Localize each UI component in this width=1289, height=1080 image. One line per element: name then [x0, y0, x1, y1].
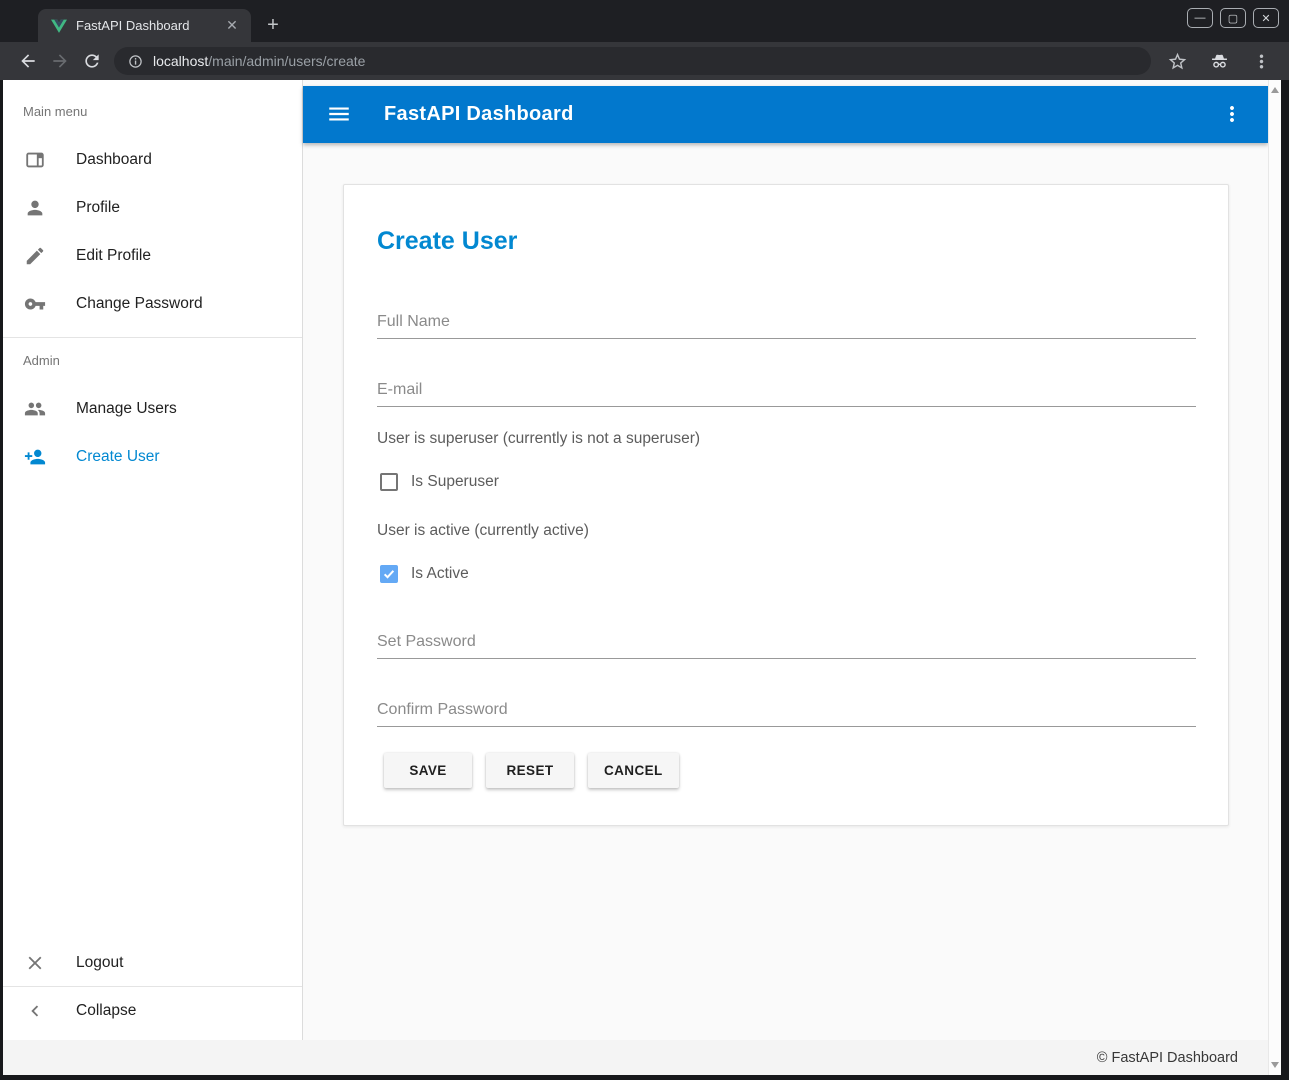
browser-menu-button[interactable]	[1245, 45, 1277, 77]
page-title: Create User	[377, 227, 517, 256]
reload-icon	[82, 51, 102, 71]
app-bar: FastAPI Dashboard	[303, 86, 1268, 143]
main-area: FastAPI Dashboard Create User User is su…	[303, 80, 1268, 1040]
kebab-menu-icon	[1220, 102, 1244, 126]
window-maximize-button[interactable]: ▢	[1220, 8, 1246, 28]
scrollbar-down-arrow-icon[interactable]	[1271, 1062, 1279, 1068]
star-icon	[1167, 51, 1188, 72]
sidebar-divider	[3, 337, 302, 338]
sidebar-item-collapse[interactable]: Collapse	[3, 987, 302, 1035]
browser-tab[interactable]: FastAPI Dashboard ✕	[38, 9, 251, 42]
scrollbar-up-arrow-icon[interactable]	[1271, 87, 1279, 93]
cancel-button[interactable]: CANCEL	[588, 753, 679, 788]
sidebar-item-dashboard[interactable]: Dashboard	[3, 136, 302, 184]
browser-window: FastAPI Dashboard ✕ + — ▢ ✕ localhost/ma…	[0, 0, 1289, 1080]
sidebar: Main menu Dashboard Profile	[3, 80, 303, 1040]
email-field-wrap	[377, 373, 1196, 407]
person-add-icon	[24, 446, 46, 468]
tab-close-icon[interactable]: ✕	[223, 17, 241, 35]
dashboard-icon	[24, 149, 46, 171]
checkbox-label: Is Superuser	[411, 473, 499, 491]
full-name-field-wrap	[377, 305, 1196, 339]
window-minimize-button[interactable]: —	[1187, 8, 1213, 28]
chevron-left-icon	[24, 1000, 46, 1022]
password-field-wrap	[377, 625, 1196, 659]
checkbox-box[interactable]	[380, 473, 398, 491]
window-close-button[interactable]: ✕	[1253, 8, 1279, 28]
incognito-icon	[1209, 51, 1230, 72]
forward-arrow-icon	[50, 51, 70, 71]
browser-titlebar: FastAPI Dashboard ✕ + — ▢ ✕	[0, 0, 1289, 42]
hamburger-menu-button[interactable]	[326, 101, 354, 129]
close-icon	[24, 952, 46, 974]
back-button[interactable]	[12, 45, 44, 77]
save-button[interactable]: SAVE	[384, 753, 472, 788]
address-bar[interactable]: localhost/main/admin/users/create	[114, 47, 1151, 75]
sidebar-section-main-menu: Main menu	[23, 104, 87, 119]
new-tab-button[interactable]: +	[260, 14, 286, 38]
key-icon	[24, 293, 46, 315]
reset-button[interactable]: RESET	[486, 753, 574, 788]
appbar-title: FastAPI Dashboard	[384, 103, 574, 126]
forward-button[interactable]	[44, 45, 76, 77]
hamburger-icon	[326, 101, 352, 127]
checkbox-box[interactable]	[380, 565, 398, 583]
reload-button[interactable]	[76, 45, 108, 77]
sidebar-item-logout[interactable]: Logout	[3, 939, 302, 987]
full-name-input[interactable]	[377, 305, 1196, 338]
kebab-menu-icon	[1251, 51, 1272, 72]
incognito-indicator	[1203, 45, 1235, 77]
check-icon	[382, 567, 396, 581]
is-active-checkbox[interactable]: Is Active	[380, 565, 469, 583]
confirm-password-field-wrap	[377, 693, 1196, 727]
form-buttons: SAVE RESET CANCEL	[384, 753, 679, 788]
page-footer: © FastAPI Dashboard	[3, 1040, 1268, 1075]
bookmark-button[interactable]	[1161, 45, 1193, 77]
sidebar-item-create-user[interactable]: Create User	[3, 433, 302, 481]
people-icon	[24, 398, 46, 420]
page-content: Main menu Dashboard Profile	[3, 80, 1281, 1075]
appbar-menu-button[interactable]	[1220, 102, 1246, 128]
sidebar-item-profile[interactable]: Profile	[3, 184, 302, 232]
active-note: User is active (currently active)	[377, 522, 589, 540]
copyright-text: © FastAPI Dashboard	[1097, 1050, 1238, 1066]
confirm-password-input[interactable]	[377, 693, 1196, 726]
back-arrow-icon	[18, 51, 38, 71]
set-password-input[interactable]	[377, 625, 1196, 658]
pencil-icon	[24, 245, 46, 267]
browser-toolbar: localhost/main/admin/users/create	[0, 42, 1289, 80]
person-icon	[24, 197, 46, 219]
url-text: localhost/main/admin/users/create	[153, 53, 365, 69]
page-info-icon[interactable]	[128, 54, 143, 69]
sidebar-item-change-password[interactable]: Change Password	[3, 280, 302, 328]
superuser-note: User is superuser (currently is not a su…	[377, 430, 700, 448]
is-superuser-checkbox[interactable]: Is Superuser	[380, 473, 499, 491]
sidebar-section-admin: Admin	[23, 353, 60, 368]
vue-favicon-icon	[51, 18, 67, 34]
tab-title: FastAPI Dashboard	[76, 18, 223, 33]
sidebar-item-edit-profile[interactable]: Edit Profile	[3, 232, 302, 280]
sidebar-item-manage-users[interactable]: Manage Users	[3, 385, 302, 433]
create-user-card: Create User User is superuser (currently…	[343, 184, 1229, 826]
email-input[interactable]	[377, 373, 1196, 406]
checkbox-label: Is Active	[411, 565, 469, 583]
page-scrollbar[interactable]	[1268, 80, 1281, 1075]
